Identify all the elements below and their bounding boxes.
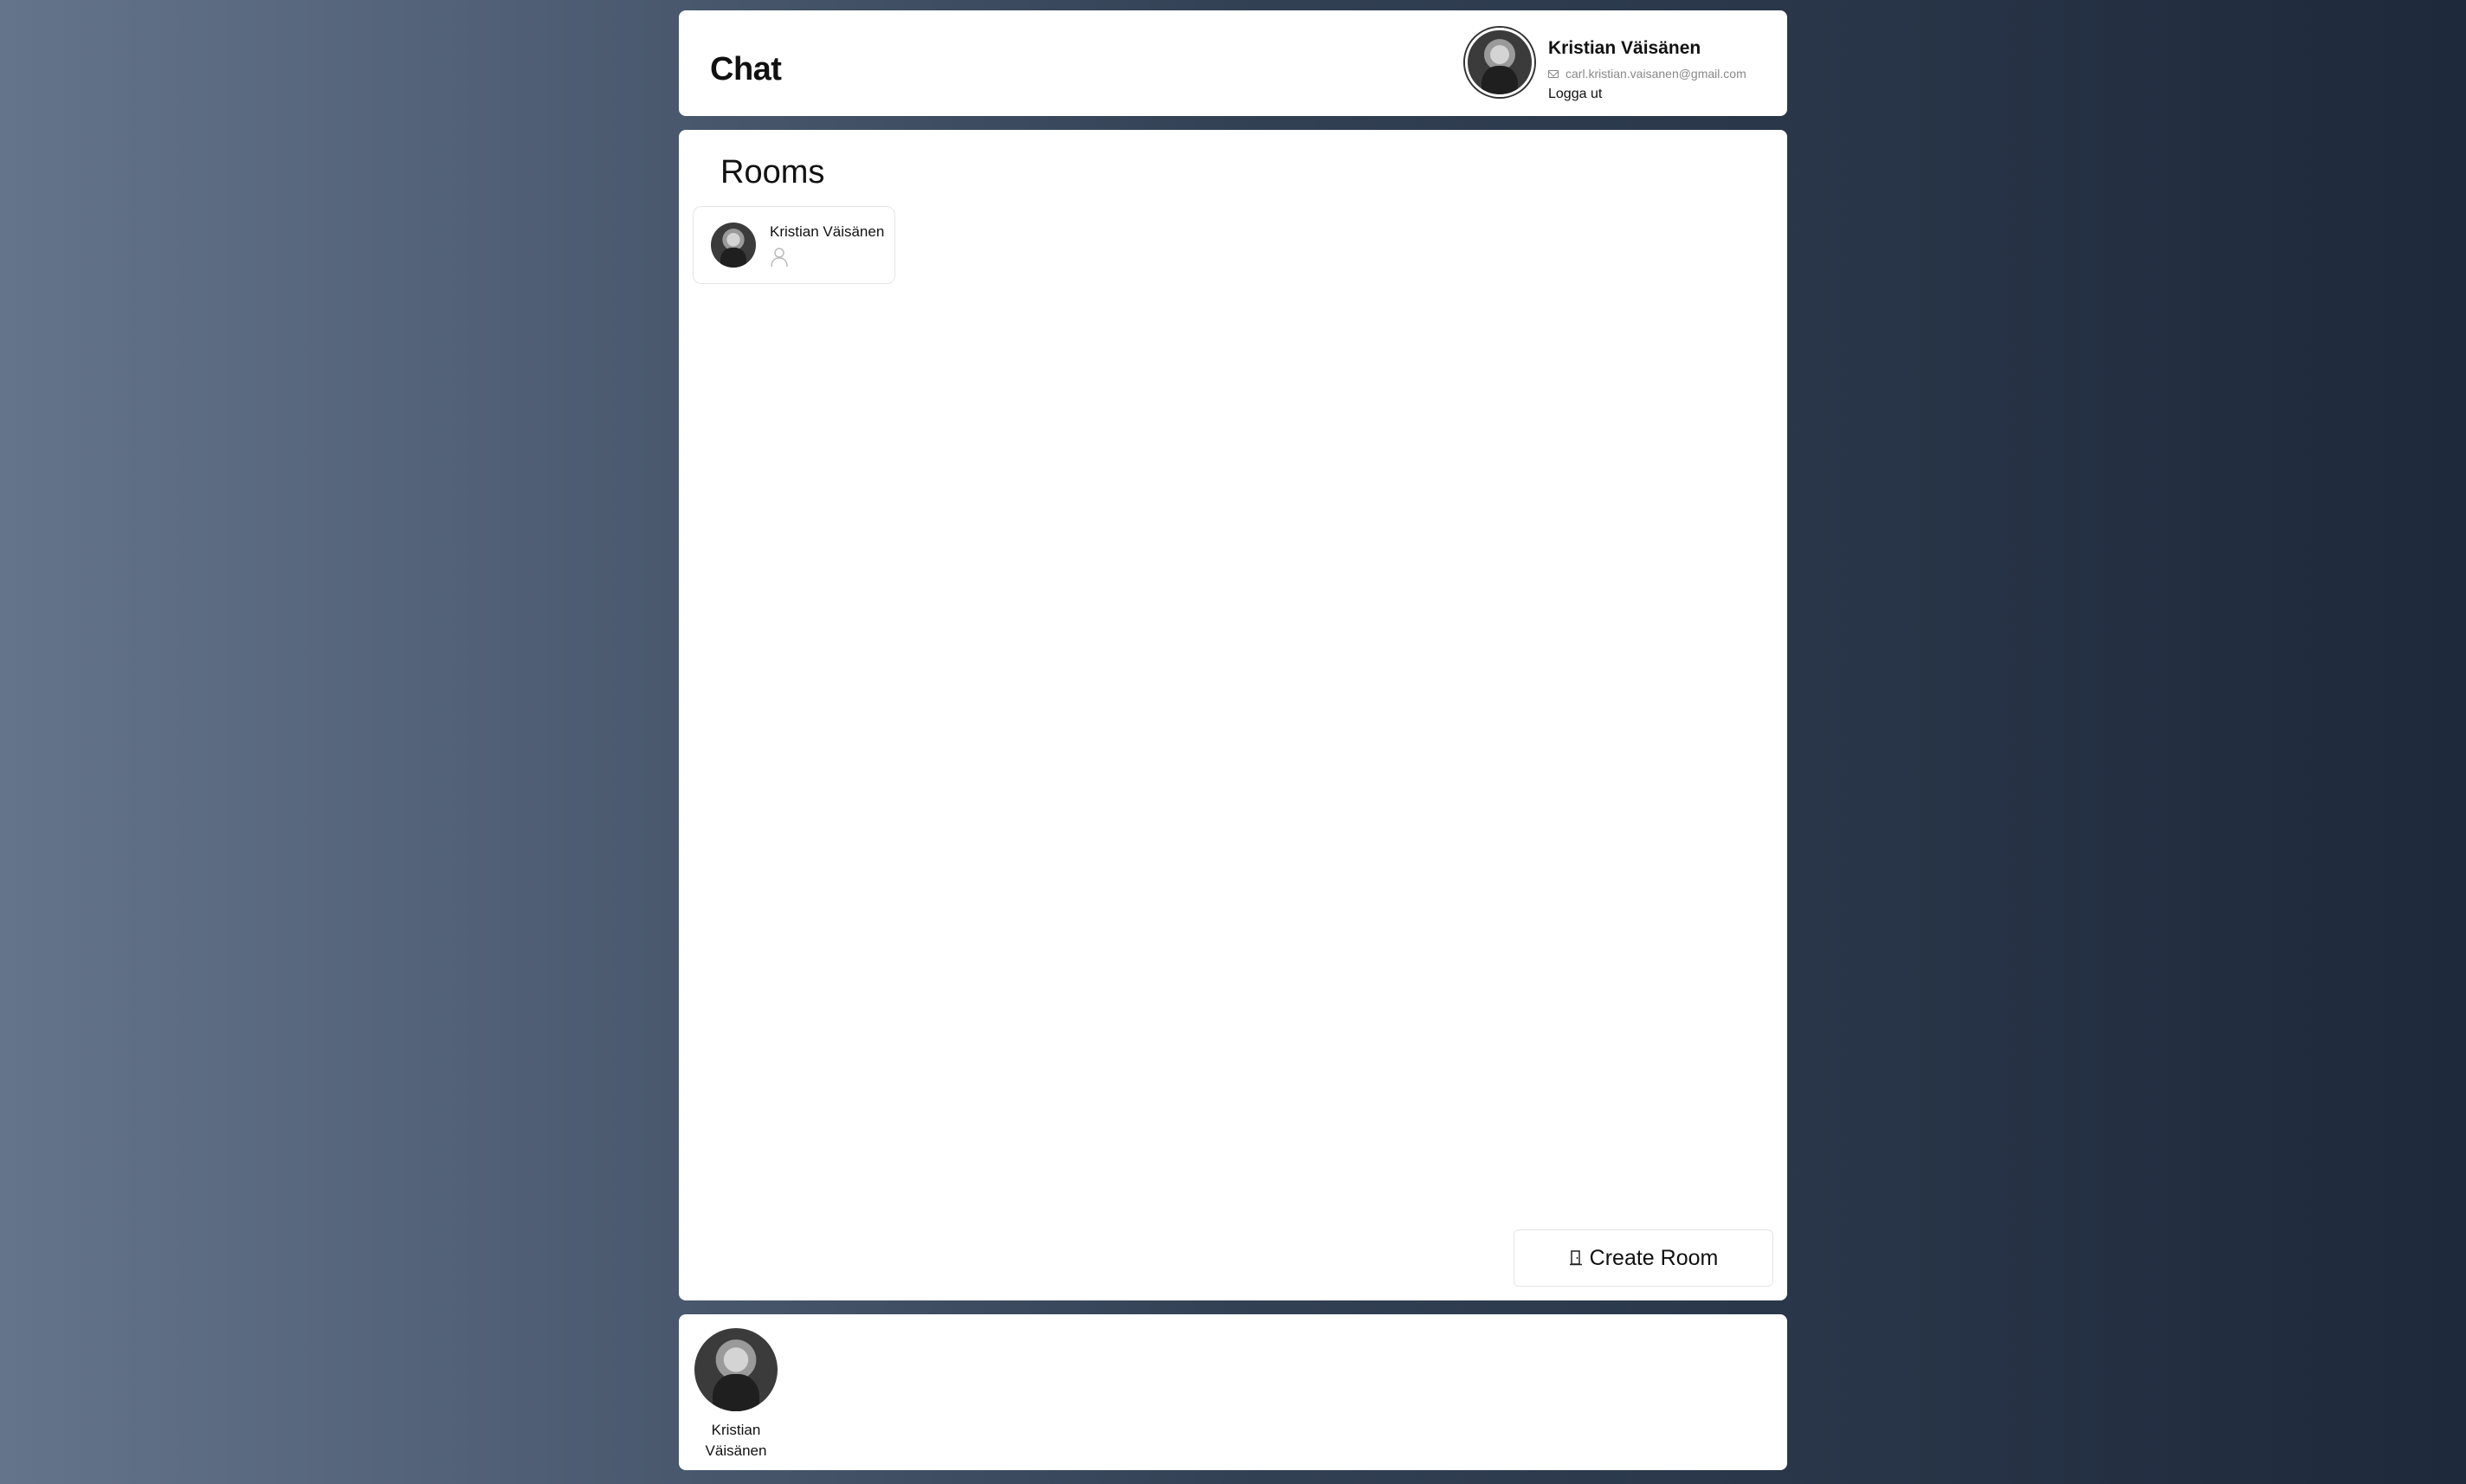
mail-icon xyxy=(1548,69,1559,78)
logout-link[interactable]: Logga ut xyxy=(1548,87,1602,102)
room-name: Kristian Väisänen xyxy=(770,223,885,240)
rooms-panel: Rooms Kristian Väisänen Create Room xyxy=(679,130,1787,1300)
create-room-label: Create Room xyxy=(1589,1245,1719,1270)
app-title: Chat xyxy=(710,51,782,87)
user-email-row: carl.kristian.vaisanen@gmail.com xyxy=(1548,67,1746,81)
room-card[interactable]: Kristian Väisänen xyxy=(693,206,895,284)
user-name: Kristian Väisänen xyxy=(1548,38,1701,58)
online-user[interactable]: Kristian Väisänen xyxy=(693,1328,779,1461)
user-avatar[interactable] xyxy=(1465,28,1534,97)
create-room-button[interactable]: Create Room xyxy=(1514,1229,1773,1287)
person-icon xyxy=(771,248,788,268)
header: Chat Kristian Väisänen carl.kristian.vai… xyxy=(679,10,1787,116)
user-email: carl.kristian.vaisanen@gmail.com xyxy=(1565,67,1746,81)
online-user-name: Kristian Väisänen xyxy=(705,1422,767,1459)
rooms-title: Rooms xyxy=(720,154,825,190)
room-avatar xyxy=(711,223,756,268)
online-user-avatar xyxy=(694,1328,778,1411)
door-icon xyxy=(1569,1250,1582,1266)
online-users-panel: Kristian Väisänen xyxy=(679,1314,1787,1470)
